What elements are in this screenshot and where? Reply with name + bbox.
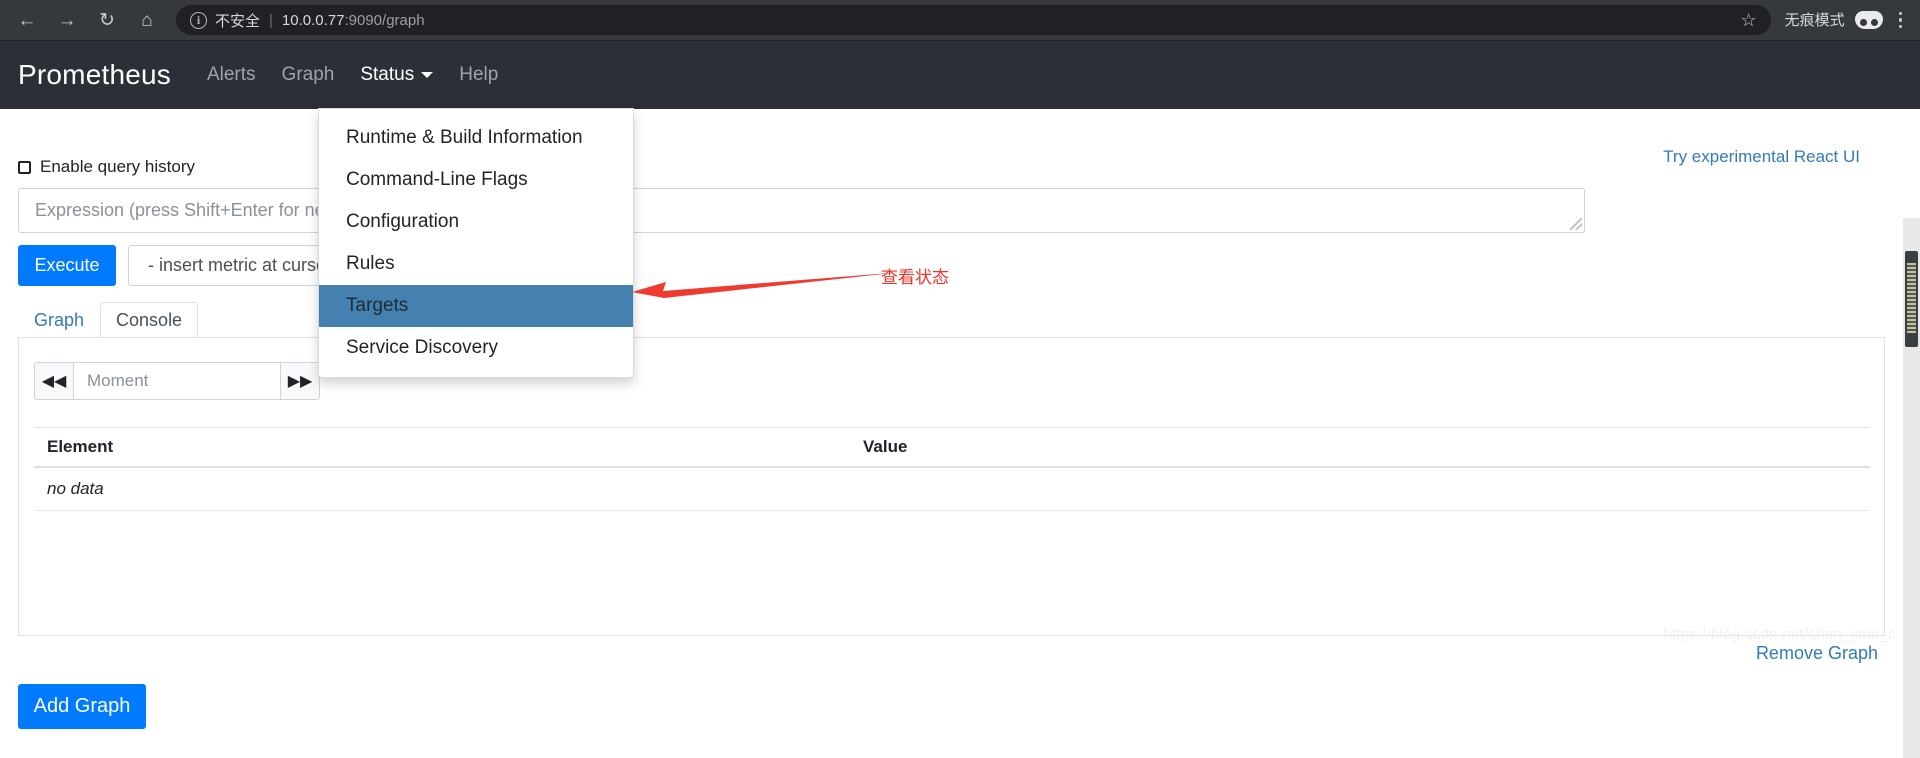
menu-item-command-line-flags[interactable]: Command-Line Flags [319, 159, 633, 201]
url-separator: | [269, 11, 273, 29]
column-header-element: Element [34, 427, 850, 468]
table-row: no data [34, 467, 1870, 511]
security-status-label: 不安全 [215, 12, 261, 30]
graph-console-tabs: Graph Console [18, 302, 1885, 339]
browser-toolbar: ← → ↻ ⌂ i 不安全 | 10.0.0.77:9090/graph ☆ 无… [0, 0, 1920, 41]
forward-arrow-icon[interactable]: → [50, 3, 84, 37]
chevron-down-icon [421, 71, 434, 78]
url-path: :9090/graph [344, 11, 425, 29]
double-chevron-right-icon[interactable]: ▶▶ [280, 362, 320, 400]
results-table: Element Value no data [34, 427, 1870, 511]
back-arrow-icon[interactable]: ← [10, 3, 44, 37]
watermark: https://blog.csdn.net/chen_jimo_c [1663, 626, 1896, 643]
tab-console[interactable]: Console [100, 302, 199, 339]
moment-input[interactable]: Moment [74, 362, 280, 400]
page-title[interactable]: Prometheus [18, 59, 171, 91]
moment-control-group: ◀◀ Moment ▶▶ [34, 362, 320, 400]
query-history-label: Enable query history [40, 157, 195, 176]
remove-graph-link[interactable]: Remove Graph [1756, 643, 1878, 664]
table-header-row: Element Value [34, 427, 1870, 468]
menu-item-rules[interactable]: Rules [319, 243, 633, 285]
nav-link-status[interactable]: Status [360, 64, 434, 86]
add-graph-button[interactable]: Add Graph [18, 684, 146, 729]
nav-link-status-label: Status [360, 64, 415, 85]
console-panel: ◀◀ Moment ▶▶ Element Value no data [18, 338, 1885, 636]
address-bar[interactable]: i 不安全 | 10.0.0.77:9090/graph ☆ [176, 5, 1771, 35]
double-chevron-left-icon[interactable]: ◀◀ [34, 362, 74, 400]
chrome-right-controls: 无痕模式 [1771, 8, 1920, 32]
home-icon[interactable]: ⌂ [130, 3, 164, 37]
column-header-value: Value [850, 427, 1870, 468]
nav-link-graph[interactable]: Graph [282, 64, 335, 86]
nav-link-alerts[interactable]: Alerts [207, 64, 256, 86]
enable-query-history-row[interactable]: Enable query history [18, 157, 195, 177]
resize-handle-icon[interactable] [1570, 218, 1582, 230]
try-react-ui-link[interactable]: Try experimental React UI [1663, 147, 1860, 167]
url-host: 10.0.0.77 [281, 11, 345, 29]
cell-value [850, 467, 1870, 511]
execute-button[interactable]: Execute [18, 245, 116, 286]
menu-item-runtime-build-information[interactable]: Runtime & Build Information [319, 117, 633, 159]
bookmark-star-icon[interactable]: ☆ [1740, 10, 1756, 31]
tab-graph[interactable]: Graph [18, 302, 100, 339]
incognito-glasses-icon [1854, 10, 1883, 29]
url-text: 10.0.0.77:9090/graph [282, 12, 425, 29]
expression-input[interactable]: Expression (press Shift+Enter for newlin… [18, 188, 1585, 233]
scrollbar-thumb[interactable] [1905, 251, 1918, 347]
menu-item-service-discovery[interactable]: Service Discovery [319, 327, 633, 369]
reload-icon[interactable]: ↻ [90, 3, 124, 37]
info-icon[interactable]: i [190, 11, 207, 29]
cell-element: no data [34, 467, 850, 511]
annotation-text: 查看状态 [881, 268, 949, 287]
incognito-label: 无痕模式 [1784, 12, 1845, 30]
query-history-checkbox[interactable] [18, 160, 31, 174]
nav-link-help[interactable]: Help [459, 64, 498, 86]
menu-item-configuration[interactable]: Configuration [319, 201, 633, 243]
vertical-scrollbar[interactable] [1903, 218, 1920, 758]
graph-page: Try experimental React UI Enable query h… [0, 109, 1920, 758]
three-dot-menu-icon[interactable] [1893, 8, 1908, 32]
red-arrow-icon [632, 272, 902, 298]
menu-item-targets[interactable]: Targets [319, 285, 633, 327]
status-dropdown-menu: Runtime & Build Information Command-Line… [318, 108, 634, 378]
prometheus-navbar: Prometheus Alerts Graph Status Help [0, 41, 1920, 109]
